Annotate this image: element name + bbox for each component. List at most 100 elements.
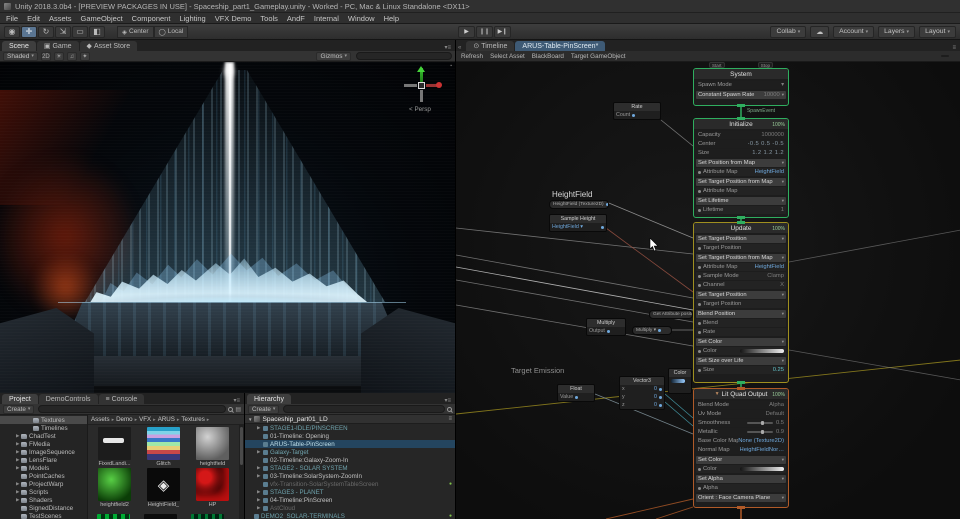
- step-button[interactable]: ▶❙: [494, 26, 511, 38]
- asset-thumbnail[interactable]: [196, 427, 229, 460]
- operator-row[interactable]: [669, 377, 691, 385]
- row-value[interactable]: 0.5: [776, 420, 784, 426]
- folder-row[interactable]: ▶ Timelines: [0, 424, 87, 432]
- project-search-input[interactable]: [38, 405, 226, 413]
- hierarchy-row[interactable]: ▶ ARUS-Table-PinScreen: [245, 440, 455, 448]
- gizmo-center-cube[interactable]: [418, 82, 425, 89]
- operator-row[interactable]: x0: [620, 385, 664, 393]
- tab-project[interactable]: Project: [2, 394, 38, 404]
- node-row[interactable]: Attribute Map HeightField: [696, 168, 786, 176]
- row-value[interactable]: -0.5 0.5 -0.5: [748, 141, 784, 147]
- node-header[interactable]: System: [694, 69, 788, 79]
- menu-item[interactable]: Internal: [314, 14, 339, 23]
- row-value[interactable]: 10000: [764, 92, 780, 98]
- row-value[interactable]: Clamp: [767, 273, 784, 279]
- asset-thumbnail-partial[interactable]: [144, 514, 177, 519]
- node-row[interactable]: Set Target Position from Map: [696, 178, 786, 186]
- asset-item[interactable]: heightfield2: [91, 468, 138, 508]
- flow-port-out[interactable]: [737, 104, 745, 107]
- hierarchy-row[interactable]: ▶ DEMO2_SOLAR-TERMINALS ●: [245, 512, 455, 519]
- toggle-2d-button[interactable]: 2D: [41, 52, 51, 61]
- hierarchy-row[interactable]: ▶ 01-Timeline: Opening: [245, 432, 455, 440]
- heightfield-parameter-pill[interactable]: HeightField (Texture2D): [549, 200, 609, 209]
- vfx-toolbar-button[interactable]: Target GameObject: [571, 53, 626, 60]
- hierarchy-row[interactable]: ▶ 04-Timeline:PinScreen: [245, 496, 455, 504]
- node-row[interactable]: Constant Spawn Rate 10000: [696, 91, 786, 99]
- node-row[interactable]: Color gradient: [696, 347, 786, 355]
- layout-button[interactable]: Layout▾: [919, 26, 956, 38]
- menu-item[interactable]: Tools: [260, 14, 278, 23]
- output-port-dot[interactable]: [659, 404, 662, 407]
- hierarchy-row[interactable]: ▶ 02-Timeline:Galaxy-Zoom-In: [245, 456, 455, 464]
- node-row[interactable]: Set Target Position from Map: [696, 254, 786, 262]
- node-row[interactable]: Color gradient: [696, 465, 786, 473]
- scene-search-input[interactable]: [356, 52, 452, 60]
- tab-asset-store[interactable]: ◆Asset Store: [80, 41, 138, 51]
- gizmo-y-neg-axis[interactable]: [420, 90, 423, 102]
- scene-collapse-icon[interactable]: ▼: [248, 417, 252, 422]
- scene-audio-toggle[interactable]: ♫: [67, 52, 77, 61]
- tab-console[interactable]: ≡Console: [99, 394, 145, 404]
- breadcrumb-segment[interactable]: ARUS: [158, 416, 182, 423]
- vfx-toolbar-button[interactable]: Select Asset: [490, 53, 525, 60]
- folder-row[interactable]: ▶ Shaders: [0, 496, 87, 504]
- hierarchy-row[interactable]: ▶ STAGE2 - SOLAR SYSTEM: [245, 464, 455, 472]
- node-row[interactable]: Target Position: [696, 300, 786, 308]
- folder-row[interactable]: ▶ FMedia: [0, 440, 87, 448]
- operator-row[interactable]: HeightField ▾: [550, 223, 606, 231]
- transform-tool-button[interactable]: ◧: [89, 26, 105, 38]
- vfx-toolbar-button[interactable]: BlackBoard: [532, 53, 564, 60]
- tab-demo-controls[interactable]: DemoControls: [39, 394, 98, 404]
- output-port-dot[interactable]: [632, 114, 635, 117]
- asset-thumbnail[interactable]: [147, 427, 180, 460]
- folder-row[interactable]: ▶ Textures: [0, 416, 87, 424]
- asset-item[interactable]: heightfield: [189, 427, 236, 467]
- node-row[interactable]: Attribute Map: [696, 187, 786, 195]
- node-row[interactable]: Set Position from Map: [696, 159, 786, 167]
- hidden-search-icon[interactable]: ▤: [235, 406, 241, 413]
- scene-viewport[interactable]: < Persp ▪: [0, 62, 455, 393]
- breadcrumb-segment[interactable]: Demo: [116, 416, 139, 423]
- hierarchy-row[interactable]: ▶ STAGE3 - PLANET: [245, 488, 455, 496]
- output-port-dot[interactable]: [607, 330, 610, 333]
- node-row[interactable]: Base Color Map None (Texture2D): [696, 437, 786, 445]
- float-node[interactable]: Float Value: [557, 384, 595, 402]
- cloud-button[interactable]: ☁: [810, 26, 829, 38]
- node-row[interactable]: Blend Position: [696, 310, 786, 318]
- asset-item[interactable]: FixedLandi...: [91, 427, 138, 467]
- node-row[interactable]: Set Alpha: [696, 475, 786, 483]
- output-port-dot[interactable]: [601, 226, 604, 229]
- row-value[interactable]: 1000000: [761, 132, 784, 138]
- node-row[interactable]: Orient : Face Camera Plane: [696, 494, 786, 502]
- perspective-label[interactable]: < Persp: [396, 106, 444, 113]
- node-row[interactable]: Metallic 0.9: [696, 428, 786, 436]
- account-button[interactable]: Account▾: [833, 26, 874, 38]
- asset-thumbnail[interactable]: [196, 468, 229, 501]
- flow-port-in[interactable]: [737, 117, 745, 120]
- asset-thumbnail[interactable]: [147, 468, 180, 501]
- flow-port-in[interactable]: [737, 221, 745, 224]
- rect-tool-button[interactable]: ▭: [72, 26, 88, 38]
- vfx-graph-canvas[interactable]: Start Stop System Spawn Mode ▾ Constant …: [456, 62, 960, 519]
- node-row[interactable]: Set Color: [696, 338, 786, 346]
- folder-row[interactable]: ▶ ProjectWarp: [0, 480, 87, 488]
- flow-port-out[interactable]: [737, 506, 745, 509]
- row-value[interactable]: 0.25: [773, 367, 784, 373]
- vfx-context-output[interactable]: ▼Lit Quad Output 100% Blend Mode Alpha U…: [693, 388, 789, 508]
- row-value[interactable]: None (Texture2D): [738, 438, 784, 444]
- rotate-tool-button[interactable]: ↻: [38, 26, 54, 38]
- port-stop[interactable]: Stop: [758, 62, 773, 68]
- tab-scene[interactable]: Scene: [2, 41, 36, 51]
- folder-row[interactable]: ▶ ImageSequence: [0, 448, 87, 456]
- operator-row[interactable]: Value: [558, 393, 594, 401]
- get-attribute-position-pill[interactable]: Get Attribute position (Current): [649, 310, 693, 319]
- menu-item[interactable]: Assets: [49, 14, 72, 23]
- node-header[interactable]: ▼Lit Quad Output 100%: [694, 389, 788, 399]
- node-row[interactable]: Blend Mode Alpha: [696, 401, 786, 409]
- flow-port-out[interactable]: [737, 381, 745, 384]
- operator-rate-node[interactable]: Rate Count: [613, 102, 661, 120]
- slider-track[interactable]: [747, 431, 773, 433]
- menu-item[interactable]: AndF: [287, 14, 305, 23]
- color-swatch[interactable]: [671, 379, 685, 383]
- operator-row[interactable]: y0: [620, 393, 664, 401]
